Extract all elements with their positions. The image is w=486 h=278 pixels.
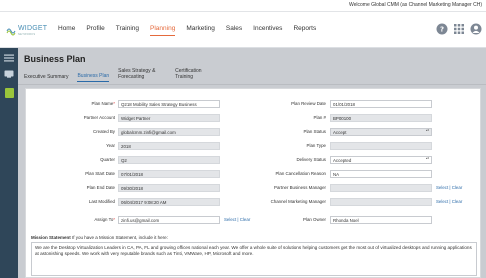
plan-type-label: Plan Type (307, 143, 326, 148)
nav-planning[interactable]: Planning (150, 25, 176, 36)
welcome-bar: Welcome Global CMM (as Channel Marketing… (0, 0, 486, 12)
plan-review-date-label: Plan Review Date (291, 101, 326, 106)
tab-business-plan[interactable]: Business Plan (77, 73, 110, 82)
sidebar (0, 48, 18, 278)
logo-subtext: NETWORKS (18, 33, 36, 36)
nav-profile[interactable]: Profile (86, 25, 104, 32)
plan-owner-row: Plan Owner (26, 215, 326, 224)
nav-marketing[interactable]: Marketing (186, 25, 215, 32)
delivery-status-label: Delivery Status (296, 157, 326, 162)
logo-text: WIDGET (18, 25, 48, 32)
channel-marketing-manager-select-clear-link[interactable]: Select | Clear (436, 199, 462, 204)
plan-type-label-text: Plan Type (306, 142, 326, 148)
plan-owner-label-text: Plan Owner (303, 216, 326, 222)
nav-sales[interactable]: Sales (226, 25, 242, 32)
plan-owner-field[interactable]: Rhonda Noel (330, 215, 432, 224)
plan-review-date-label-text: Plan Review Date (291, 100, 326, 106)
nav-training[interactable]: Training (116, 25, 139, 32)
plan-status-label: Plan Status (304, 129, 326, 134)
channel-marketing-manager-field (330, 197, 432, 206)
tab-certification-training[interactable]: Certification Training (175, 68, 213, 82)
plan-row: Plan # (26, 113, 326, 122)
main-content: Business Plan Executive Summary Business … (18, 48, 486, 278)
dashboard-icon[interactable] (4, 70, 14, 78)
apps-grid-icon[interactable] (453, 23, 465, 35)
delivery-status-select[interactable]: Accepted (330, 155, 432, 164)
nav-incentives[interactable]: Incentives (253, 25, 282, 32)
mission-statement-label: Mission Statement If you have a Mission … (31, 235, 168, 240)
svg-text:?: ? (440, 26, 444, 34)
main-menu: Home Profile Training Planning Marketing Sale… (58, 25, 327, 36)
plan-cancellation-reason-row: Plan Cancellation Reason (26, 169, 326, 178)
tab-executive-summary[interactable]: Executive Summary (24, 74, 68, 82)
plan-field: BP00100 (330, 113, 432, 122)
plan-label: Plan # (314, 115, 326, 120)
delivery-status-row: Delivery Status (26, 155, 326, 164)
tab-sales-strategy-forecasting[interactable]: Sales Strategy & Forecasting (118, 68, 166, 82)
plan-cancellation-reason-label-text: Plan Cancellation Reason (275, 170, 326, 176)
page-title: Business Plan (24, 54, 86, 64)
partner-business-manager-label: Partner Business Manager (274, 185, 326, 190)
logo-mark-icon (6, 28, 16, 36)
partner-business-manager-field (330, 183, 432, 192)
partner-business-manager-select-clear-link[interactable]: Select | Clear (436, 185, 462, 190)
plan-status-label-text: Plan Status (303, 128, 326, 134)
help-icon[interactable]: ? (436, 23, 448, 35)
plan-status-select[interactable]: Accept (330, 127, 432, 136)
nav-reports[interactable]: Reports (293, 25, 316, 32)
channel-marketing-manager-label-text: Channel Marketing Manager (270, 198, 326, 204)
mission-label: Mission Statement (31, 235, 71, 240)
business-plan-form: Mission Statement If you have a Mission … (25, 88, 481, 278)
logo[interactable]: WIDGET NETWORKS (6, 24, 48, 38)
mission-statement-textarea[interactable]: We are the Desktop Virtualization Leader… (31, 242, 477, 276)
delivery-status-label-text: Delivery Status (296, 156, 326, 162)
plan-cancellation-reason-field[interactable]: NA (330, 169, 432, 178)
plan-owner-label: Plan Owner (303, 217, 326, 222)
user-avatar-icon[interactable] (470, 23, 482, 35)
partner-business-manager-row: Partner Business Manager (26, 183, 326, 192)
welcome-text: Welcome Global CMM (as Channel Marketing… (348, 2, 482, 8)
plan-review-date-field[interactable]: 01/01/2018 (330, 99, 432, 108)
plan-type-row: Plan Type (26, 141, 326, 150)
nav-home[interactable]: Home (58, 25, 75, 32)
plan-label-text: Plan # (313, 114, 326, 120)
tab-divider (18, 84, 486, 85)
notes-icon[interactable] (4, 88, 14, 98)
plan-tabs: Executive Summary Business Plan Sales Stra… (24, 68, 222, 82)
channel-marketing-manager-label: Channel Marketing Manager (271, 199, 326, 204)
plan-type-field (330, 141, 432, 150)
top-navigation: WIDGET NETWORKS Home Profile Training Plann… (0, 12, 486, 48)
channel-marketing-manager-row: Channel Marketing Manager (26, 197, 326, 206)
menu-icon[interactable] (4, 54, 14, 62)
plan-review-date-row: Plan Review Date (26, 99, 326, 108)
partner-business-manager-label-text: Partner Business Manager (274, 184, 326, 190)
plan-cancellation-reason-label: Plan Cancellation Reason (275, 171, 326, 176)
mission-hint: If you have a Mission Statement, include… (72, 235, 168, 240)
nav-icons: ? (431, 23, 482, 35)
plan-status-row: Plan Status (26, 127, 326, 136)
